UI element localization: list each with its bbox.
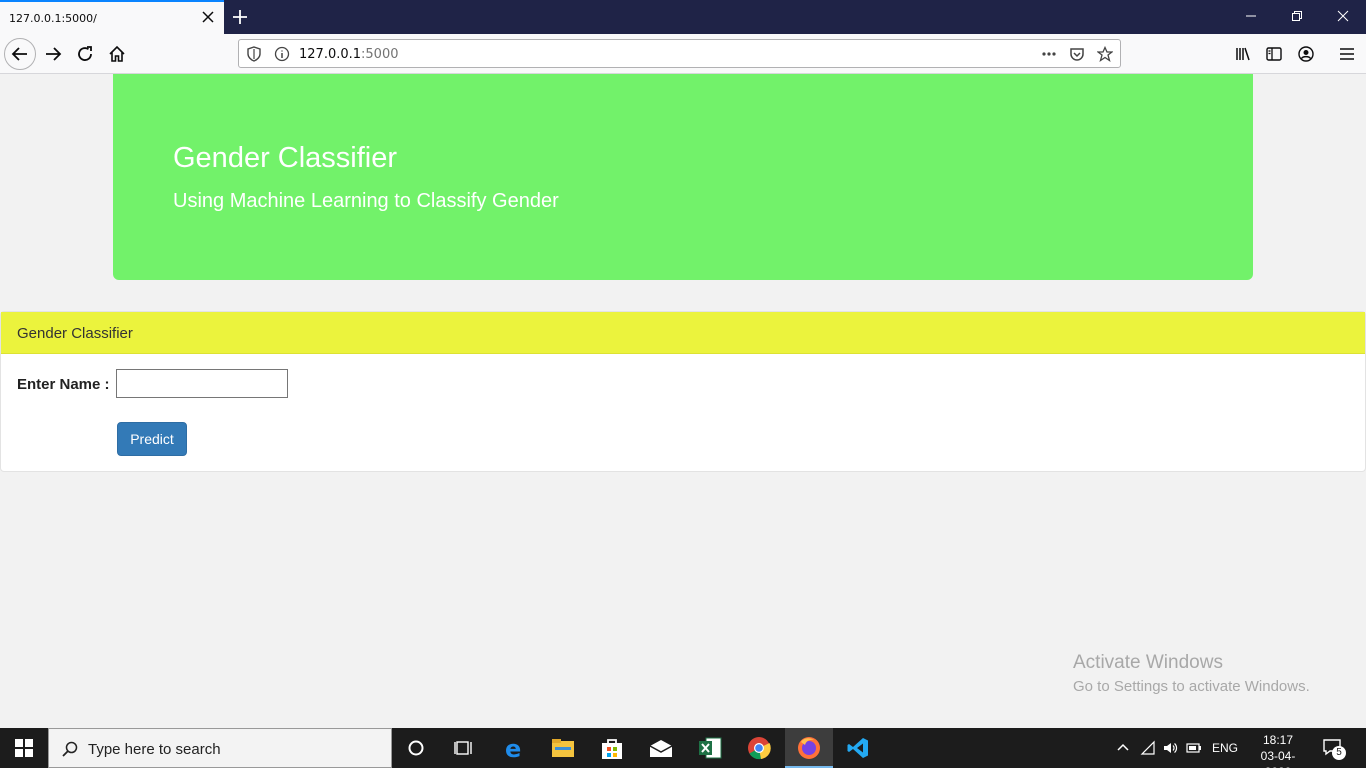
page-subtitle: Using Machine Learning to Classify Gende… [173,190,559,212]
classifier-panel: Gender Classifier Enter Name : Predict [0,311,1366,472]
restore-button[interactable] [1274,0,1320,32]
name-label: Enter Name : [17,376,110,393]
firefox-icon [798,737,820,759]
firefox-app[interactable] [785,728,833,768]
back-button[interactable] [4,38,36,70]
windows-logo-icon [15,739,33,757]
name-input[interactable] [116,369,288,398]
predict-button[interactable]: Predict [117,422,187,456]
url-host: 127.0.0.1 [299,47,362,62]
site-info-icon[interactable] [274,46,290,62]
home-button[interactable] [101,38,133,70]
address-bar[interactable]: 127.0.0.1:5000 [238,39,1121,68]
clock[interactable]: 18:17 03-04-2020 [1248,732,1308,768]
taskbar-search-box[interactable]: Type here to search [48,728,392,768]
forward-button[interactable] [37,38,69,70]
action-center-button[interactable]: 5 [1322,738,1346,760]
browser-tab[interactable]: 127.0.0.1:5000/ [0,0,224,34]
search-placeholder: Type here to search [88,741,221,758]
activate-windows-watermark: Activate Windows Go to Settings to activ… [1073,652,1310,695]
clock-time: 18:17 [1262,733,1294,747]
chrome-icon [748,737,771,760]
close-window-button[interactable] [1320,0,1366,32]
page-content: Gender Classifier Using Machine Learning… [0,74,1366,728]
library-button[interactable] [1227,38,1259,70]
task-view-icon [454,741,472,755]
reload-button[interactable] [69,38,101,70]
home-icon [109,45,125,62]
forward-arrow-icon [46,47,62,61]
url-port: :5000 [361,47,399,62]
store-app[interactable] [588,728,636,768]
bookmark-star-icon[interactable] [1097,46,1113,62]
tab-title: 127.0.0.1:5000/ [9,12,97,25]
navigation-toolbar: 127.0.0.1:5000 [0,34,1366,74]
page-actions-icon[interactable] [1041,46,1057,62]
account-button[interactable] [1290,38,1322,70]
cortana-icon [408,740,424,756]
jumbotron: Gender Classifier Using Machine Learning… [113,74,1253,280]
sidebar-icon [1266,47,1282,61]
menu-button[interactable] [1331,38,1363,70]
minimize-icon [1246,15,1256,17]
library-icon [1236,47,1250,61]
show-hidden-icons-chevron-icon[interactable] [1115,740,1131,756]
network-icon[interactable] [1140,740,1156,756]
panel-heading: Gender Classifier [1,312,1365,354]
page-title: Gender Classifier [173,142,398,174]
task-view-button[interactable] [440,728,488,768]
file-explorer-icon [552,739,574,757]
start-button[interactable] [0,728,48,768]
battery-icon[interactable] [1186,740,1202,756]
notification-count-badge: 5 [1332,746,1346,760]
pocket-icon[interactable] [1069,46,1085,62]
account-icon [1298,46,1314,62]
mail-icon [649,740,673,757]
watermark-title: Activate Windows [1073,652,1223,673]
edge-icon: e [505,736,521,760]
url-text: 127.0.0.1:5000 [299,47,399,62]
tracking-protection-icon[interactable] [246,46,262,62]
cortana-button[interactable] [392,728,440,768]
restore-icon [1292,11,1302,21]
input-language[interactable]: ENG [1212,741,1238,755]
new-tab-icon[interactable] [230,7,250,27]
back-arrow-icon [11,47,27,61]
tab-strip: 127.0.0.1:5000/ [0,0,1366,34]
mail-app[interactable] [637,728,685,768]
vscode-app[interactable] [834,728,882,768]
svg-text:e: e [505,736,521,760]
volume-icon[interactable] [1162,740,1178,756]
excel-icon [699,737,722,759]
search-icon [62,741,78,757]
reload-icon [78,46,92,61]
close-tab-icon[interactable] [200,9,216,25]
clock-date: 03-04-2020 [1260,749,1296,768]
store-icon [602,739,622,759]
panel-title: Gender Classifier [17,325,133,342]
edge-app[interactable]: e [490,728,538,768]
chrome-app[interactable] [735,728,783,768]
close-icon [1337,10,1349,22]
hamburger-menu-icon [1340,48,1354,60]
sidebar-button[interactable] [1258,38,1290,70]
excel-app[interactable] [686,728,734,768]
vscode-icon [847,738,868,758]
watermark-subtitle: Go to Settings to activate Windows. [1073,678,1310,695]
minimize-button[interactable] [1228,0,1274,32]
file-explorer-app[interactable] [539,728,587,768]
taskbar: Type here to search e ENG 18:17 03-04-20… [0,728,1366,768]
